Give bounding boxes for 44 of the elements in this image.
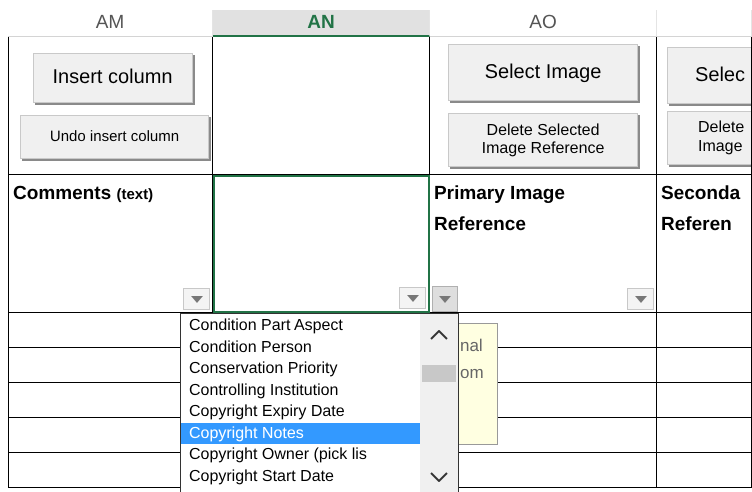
column-title: Seconda Referen [661,182,742,237]
sheet-cell[interactable]: Insert column Undo insert column [8,37,213,175]
action-button[interactable]: Selec [667,46,751,104]
sheet-cell[interactable]: Comments (text) [8,175,213,313]
sheet-cell[interactable]: Selec Delete Image [657,37,752,175]
dropdown-item[interactable]: Conservation Priority [181,358,420,380]
column-title: Primary Image Reference [434,182,566,237]
dropdown-item[interactable]: Controlling Institution [181,380,420,401]
caret-icon [634,296,646,302]
dropdown-item[interactable]: Copyright Expiry Date [181,401,420,422]
action-button[interactable]: Insert column [32,52,192,102]
sheet-cell[interactable] [657,418,752,453]
sheet-cell[interactable] [657,348,752,383]
sheet-cell[interactable] [213,37,430,175]
scroll-down-icon [430,472,448,482]
filter-button[interactable] [627,288,654,310]
action-button[interactable]: Undo insert column [20,114,209,158]
column-header[interactable]: AO [430,10,657,37]
column-header[interactable]: AN [213,10,430,37]
filter-button[interactable] [183,288,210,310]
action-button[interactable]: Delete Selected Image Reference [448,113,638,167]
caret-icon [406,294,418,302]
column-title: Comments (text) [13,182,154,206]
filter-button[interactable] [399,287,426,309]
sheet-cell[interactable] [657,383,752,418]
caret-icon [439,296,451,302]
dropdown-item[interactable]: Condition Part Aspect [181,315,420,336]
sheet-cell[interactable] [657,453,752,488]
sheet-cell[interactable] [657,313,752,348]
comment-note: nal om [458,323,498,445]
dropdown-item[interactable]: Copyright Owner (pick lis [181,444,420,466]
sheet-cell[interactable] [213,175,430,313]
column-header[interactable]: AM [8,10,213,37]
scroll-up-icon [430,330,448,340]
action-button[interactable]: Delete Image [667,110,751,164]
scrollbar-thumb[interactable] [422,365,456,382]
sheet-cell[interactable]: Seconda Referen [657,175,752,313]
caret-icon [190,296,202,302]
action-button[interactable]: Select Image [448,44,638,101]
dropdown-arrow-button[interactable] [432,286,458,312]
scrollbar[interactable] [420,314,458,492]
dropdown-item[interactable]: Copyright Start Date [181,466,420,487]
dropdown-item[interactable]: Condition Person [181,336,420,358]
sheet-cell[interactable]: Select Image Delete Selected Image Reference [430,37,657,175]
